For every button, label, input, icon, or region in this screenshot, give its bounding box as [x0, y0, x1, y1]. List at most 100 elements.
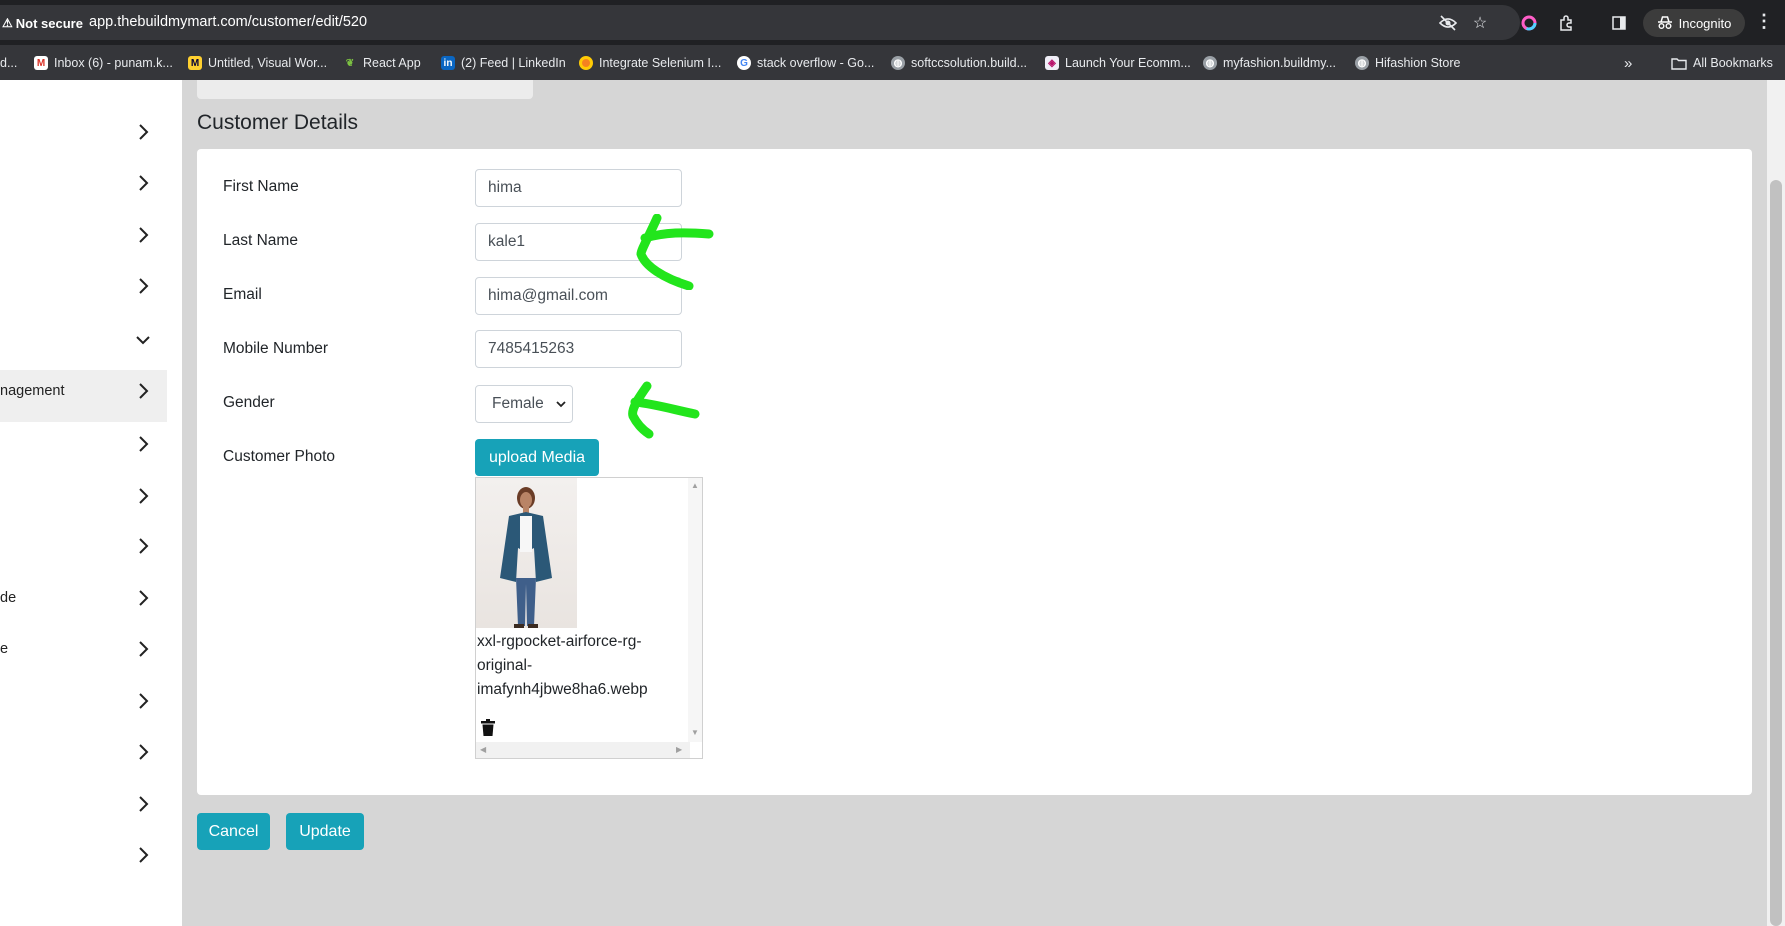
bookmark-item[interactable]: d... [0, 54, 17, 72]
sidebar-item[interactable] [0, 159, 167, 209]
update-button[interactable]: Update [286, 813, 364, 850]
star-icon[interactable]: ☆ [1469, 12, 1491, 34]
bookmark-item[interactable]: M Untitled, Visual Wor... [188, 54, 327, 72]
chevron-down-icon [556, 400, 566, 407]
chevron-right-icon[interactable] [135, 225, 151, 245]
browser-toolbar: ⚠ Not secure app.thebuildmymart.com/cust… [0, 0, 1785, 45]
bookmarks-overflow-button[interactable]: » [1624, 54, 1632, 72]
sidebar-item[interactable] [0, 677, 167, 727]
gmail-icon: M [34, 56, 48, 70]
bookmark-item[interactable]: in (2) Feed | LinkedIn [441, 54, 566, 72]
side-panel-icon[interactable] [1608, 12, 1630, 34]
eye-off-icon[interactable] [1437, 12, 1459, 34]
customer-photo-thumbnail[interactable] [476, 478, 577, 628]
mobile-number-input[interactable] [475, 330, 682, 368]
upload-media-button[interactable]: upload Media [475, 439, 599, 476]
gender-select[interactable]: Female [475, 385, 573, 423]
media-horizontal-scrollbar[interactable]: ◀ ▶ [476, 742, 690, 758]
chevron-right-icon[interactable] [135, 434, 151, 454]
bookmark-item[interactable]: Integrate Selenium I... [579, 54, 721, 72]
bookmark-item[interactable]: G stack overflow - Go... [737, 54, 874, 72]
chevron-right-icon[interactable] [135, 742, 151, 762]
bookmark-item[interactable]: ◍ myfashion.buildmy... [1203, 54, 1336, 72]
sidebar-item[interactable] [0, 420, 167, 470]
chevron-down-icon[interactable] [135, 330, 151, 350]
customer-details-card [197, 149, 1752, 795]
annotation-arrow-icon [628, 381, 700, 439]
overflow-label: » [1624, 54, 1633, 72]
page-scrollbar-thumb[interactable] [1770, 180, 1782, 926]
chevron-right-icon[interactable] [135, 588, 151, 608]
sidebar-item[interactable] [0, 211, 167, 261]
bookmark-item[interactable]: ◍ softccsolution.build... [891, 54, 1027, 72]
sidebar-item[interactable] [0, 780, 167, 830]
bookmark-item[interactable]: ◍ Hifashion Store [1355, 54, 1460, 72]
chevron-right-icon[interactable] [135, 691, 151, 711]
chevron-right-icon[interactable] [135, 381, 151, 401]
chevron-right-icon[interactable] [135, 536, 151, 556]
bookmark-label: softccsolution.build... [911, 56, 1028, 70]
media-vertical-scrollbar[interactable]: ▲ ▼ [688, 478, 702, 742]
extensions-icon[interactable] [1555, 12, 1577, 34]
sidebar-item-label: nagement [0, 383, 65, 399]
bookmark-label: Launch Your Ecomm... [1065, 56, 1191, 70]
bookmark-label: Hifashion Store [1375, 56, 1461, 70]
chevron-right-icon[interactable] [135, 122, 151, 142]
bookmark-item[interactable]: ❦ React App [343, 54, 421, 72]
plant-icon: ❦ [345, 57, 355, 69]
chevron-right-icon[interactable] [135, 639, 151, 659]
bookmark-label: myfashion.buildmy... [1223, 56, 1337, 70]
photo-file-name: xxl-rgpocket-airforce-rg-original-imafyn… [477, 633, 648, 698]
shop-icon: ◈ [1045, 56, 1059, 70]
sidebar-item[interactable] [0, 728, 167, 778]
email-label: Email [223, 286, 262, 303]
chevron-right-icon[interactable] [135, 276, 151, 296]
previous-card [197, 80, 533, 99]
chevron-right-icon[interactable] [135, 794, 151, 814]
security-indicator[interactable]: ⚠ Not secure [0, 10, 89, 36]
sidebar-item[interactable] [0, 522, 167, 572]
bookmark-item[interactable]: ◈ Launch Your Ecomm... [1045, 54, 1191, 72]
warning-icon: ⚠ [2, 16, 13, 30]
sidebar-item[interactable]: e [0, 625, 167, 675]
chevron-right-icon[interactable] [135, 486, 151, 506]
color-extension-icon[interactable] [1518, 12, 1540, 34]
chevron-right-icon[interactable] [135, 845, 151, 865]
bookmark-label: (2) Feed | LinkedIn [461, 56, 566, 70]
sidebar: nagement de e [0, 80, 182, 926]
bookmark-item[interactable]: M Inbox (6) - punam.k... [34, 54, 173, 72]
media-preview-box[interactable]: xxl-rgpocket-airforce-rg-original-imafyn… [475, 477, 703, 759]
sidebar-item[interactable]: nagement [0, 367, 167, 417]
browser-menu-icon[interactable]: ⋮ [1755, 11, 1773, 32]
bookmark-label: React App [363, 56, 421, 70]
sidebar-item-label: e [0, 641, 9, 657]
cancel-button[interactable]: Cancel [197, 813, 270, 850]
miro-icon: M [188, 56, 202, 70]
google-icon: G [737, 56, 751, 70]
bookmark-label: stack overflow - Go... [757, 56, 875, 70]
sidebar-item[interactable] [0, 831, 167, 881]
globe-icon: ◍ [1355, 56, 1369, 70]
incognito-icon [1657, 16, 1672, 29]
sidebar-item[interactable]: de [0, 574, 167, 624]
all-bookmarks-button[interactable]: All Bookmarks [1671, 54, 1773, 72]
annotation-arrow-icon [636, 214, 714, 290]
gender-selected-value: Female [492, 395, 544, 412]
linkedin-icon: in [441, 56, 455, 70]
sidebar-item[interactable] [0, 108, 167, 158]
sidebar-item[interactable] [0, 262, 167, 312]
security-label: Not secure [15, 15, 83, 31]
chevron-right-icon[interactable] [135, 173, 151, 193]
bookmark-label: d... [0, 56, 18, 70]
person-image [500, 487, 552, 628]
bookmark-label: Integrate Selenium I... [599, 56, 722, 70]
trash-icon[interactable] [481, 719, 495, 736]
customer-photo-label: Customer Photo [223, 448, 335, 465]
sidebar-item[interactable] [0, 472, 167, 522]
first-name-input[interactable] [475, 169, 682, 207]
incognito-badge[interactable]: Incognito [1643, 9, 1745, 37]
url-text[interactable]: app.thebuildmymart.com/customer/edit/520 [89, 14, 367, 30]
gender-label: Gender [223, 394, 275, 411]
folder-icon [1671, 57, 1687, 70]
sidebar-item[interactable] [0, 316, 167, 366]
